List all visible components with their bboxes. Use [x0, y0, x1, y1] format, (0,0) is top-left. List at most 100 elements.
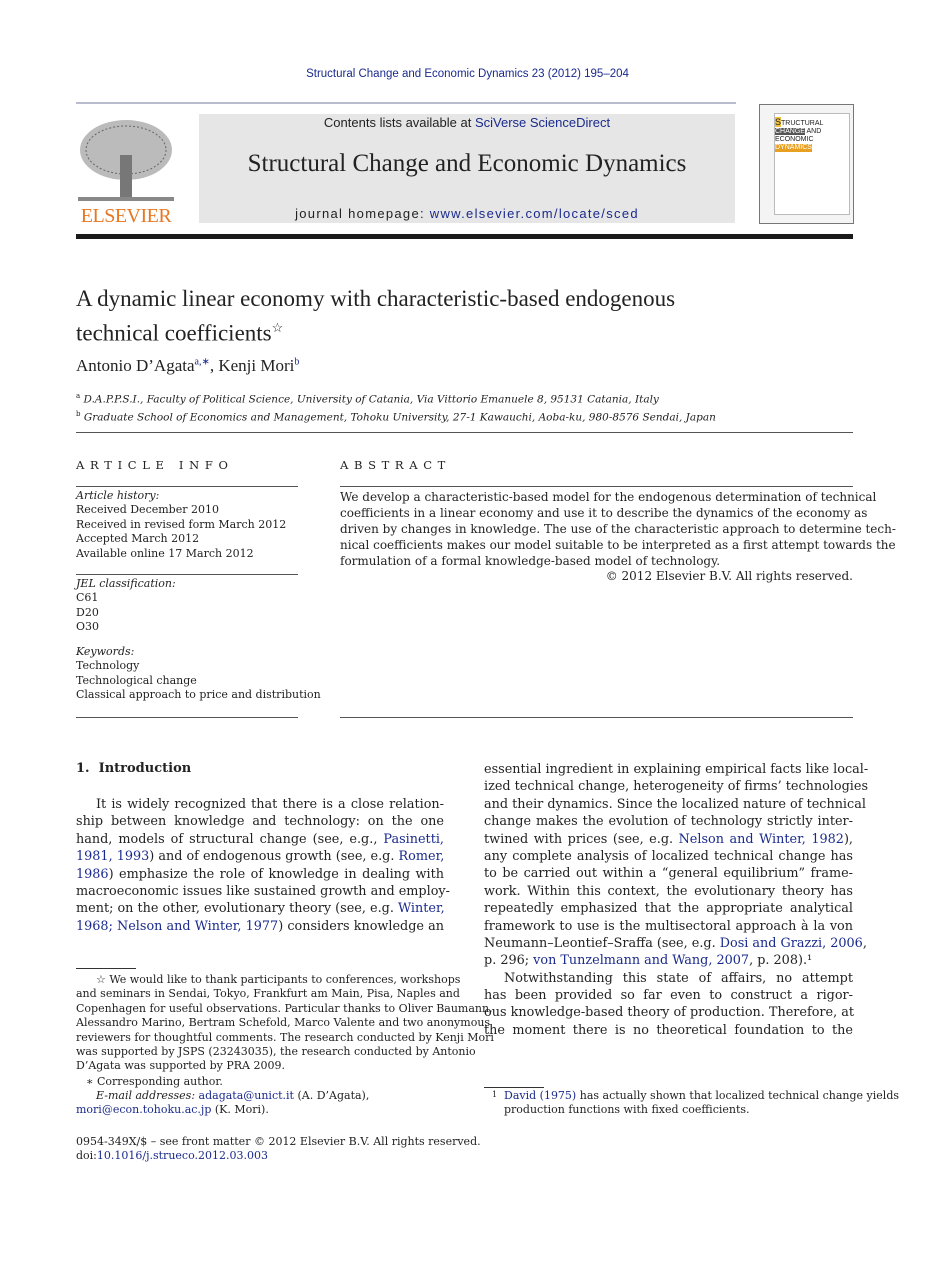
author-list: Antonio D’Agataa,∗, Kenji Morib	[76, 356, 300, 375]
text-segment: ,	[862, 935, 867, 951]
text-segment: Neumann–Leontief–Sraffa (see, e.g.	[484, 935, 720, 951]
divider	[76, 432, 853, 433]
text-segment: ship between knowledge and technology: o…	[76, 814, 444, 830]
text-line: formulation of a formal knowledge-based …	[340, 553, 853, 569]
abstract-copyright: © 2012 Elsevier B.V. All rights reserved…	[605, 569, 853, 583]
keyword: Classical approach to price and distribu…	[76, 688, 321, 702]
text-line: nical coefficients makes our model suita…	[340, 537, 896, 553]
journal-citation-link[interactable]: Structural Change and Economic Dynamics …	[0, 68, 935, 80]
email-link-dagata[interactable]: adagata@unict.it	[199, 1089, 294, 1102]
corresponding-author-note: ∗ Corresponding author.	[86, 1075, 223, 1088]
citation-link[interactable]: von Tunzelmann and Wang, 2007	[533, 953, 749, 968]
text-segment: It is widely recognized that there is a …	[96, 797, 444, 812]
text-line: framework to use is the multisectoral ap…	[484, 918, 853, 935]
cover-word: TRUCTURAL	[781, 120, 824, 127]
citation-link[interactable]: Winter,	[398, 901, 445, 916]
article-history: Article history: Received December 2010 …	[76, 489, 286, 561]
text-segment: coefficients in a linear economy and use…	[340, 506, 868, 520]
text-line: work. Within this context, the evolution…	[484, 883, 853, 900]
footnote-rule	[484, 1087, 544, 1088]
text-line: David (1975) has actually shown that loc…	[504, 1089, 899, 1103]
text-segment: ) emphasize the role of knowledge in dea…	[108, 866, 444, 882]
footnote-1-mark: 1	[492, 1090, 498, 1099]
journal-title: Structural Change and Economic Dynamics	[247, 150, 687, 177]
abstract-text: We develop a characteristic-based model …	[340, 489, 896, 569]
text-segment: work. Within this context, the evolution…	[484, 883, 853, 899]
jel-code: O30	[76, 620, 100, 634]
citation-link[interactable]: 1986	[76, 867, 109, 882]
jel-classification: JEL classification: C61 D20 O30	[76, 577, 176, 635]
journal-banner: Contents lists available at SciVerse Sci…	[199, 114, 735, 223]
cover-word: AND	[806, 128, 822, 135]
text-line: ous knowledge-based theory of production…	[484, 1004, 854, 1021]
homepage-link[interactable]: www.elsevier.com/locate/sced	[430, 206, 639, 221]
email-addresses: E-mail addresses: adagata@unict.it (A. D…	[76, 1089, 444, 1118]
footnote-rule	[76, 968, 136, 969]
header-thick-rule	[76, 234, 853, 239]
citation-link[interactable]: Dosi and Grazzi, 2006	[720, 936, 863, 951]
text-segment: formulation of a formal knowledge-based …	[340, 554, 721, 568]
text-segment: ized technical change, heterogeneity of …	[484, 779, 869, 795]
text-segment: Notwithstanding this state of affairs, n…	[504, 970, 853, 986]
text-line: reviewers for thoughtful comments. The r…	[76, 1031, 494, 1045]
text-segment: any complete analysis of localized techn…	[484, 848, 853, 864]
intro-right-column: essential ingredient in explaining empir…	[484, 761, 868, 1039]
citation-link[interactable]: 1981, 1993	[76, 849, 149, 864]
text-line: change makes the evolution of technology…	[484, 813, 853, 830]
sciencedirect-link[interactable]: SciVerse ScienceDirect	[475, 115, 610, 130]
text-segment: ☆ We would like to thank participants to…	[96, 973, 461, 986]
affiliations: a D.A.P.P.S.I., Faculty of Political Sci…	[76, 389, 716, 424]
text-segment: the moment there is no theoretical found…	[484, 1022, 853, 1038]
text-line: hand, models of structural change (see, …	[76, 831, 444, 848]
text-line: Copenhagen for useful observations. Part…	[76, 1002, 493, 1016]
text-line: p. 296; von Tunzelmann and Wang, 2007, p…	[484, 952, 853, 969]
text-line: ized technical change, heterogeneity of …	[484, 778, 868, 795]
doi-link[interactable]: 10.1016/j.strueco.2012.03.003	[97, 1149, 268, 1162]
journal-cover-thumbnail[interactable]: STRUCTURAL CHANGE AND ECONOMIC DYNAMICS	[759, 104, 854, 224]
jel-code: C61	[76, 591, 99, 605]
keyword: Technological change	[76, 673, 197, 687]
text-segment: and seminars in Sendai, Tokyo, Frankfurt…	[76, 987, 460, 1001]
author-affiliation-mark[interactable]: a,∗	[195, 356, 210, 367]
email-label: E-mail addresses:	[96, 1089, 199, 1102]
front-matter-text: 0954-349X/$ – see front matter © 2012 El…	[76, 1135, 481, 1148]
title-footnote-star[interactable]: ☆	[272, 320, 284, 335]
intro-left-column: It is widely recognized that there is a …	[76, 796, 450, 935]
history-item: Available online 17 March 2012	[76, 546, 254, 560]
text-line: driven by changes in knowledge. The use …	[340, 521, 896, 537]
citation-link[interactable]: 1968; Nelson and Winter, 1977	[76, 919, 278, 934]
title-line: A dynamic linear economy with characteri…	[76, 286, 676, 311]
cover-word: DYNAMICS	[775, 144, 812, 152]
citation-link[interactable]: Pasinetti,	[383, 832, 444, 847]
text-line: any complete analysis of localized techn…	[484, 848, 853, 865]
elsevier-wordmark: ELSEVIER	[80, 205, 172, 227]
homepage-line: journal homepage: www.elsevier.com/locat…	[199, 206, 735, 221]
jel-label: JEL classification:	[76, 577, 176, 590]
citation-link[interactable]: David (1975)	[504, 1089, 576, 1102]
front-matter: 0954-349X/$ – see front matter © 2012 El…	[76, 1135, 481, 1164]
text-line: We develop a characteristic-based model …	[340, 489, 876, 505]
contents-line: Contents lists available at SciVerse Sci…	[199, 114, 735, 131]
keyword: Technology	[76, 659, 140, 673]
history-item: Accepted March 2012	[76, 532, 200, 546]
author-affiliation-mark[interactable]: b	[294, 356, 299, 367]
text-segment: Copenhagen for useful observations. Part…	[76, 1001, 493, 1015]
text-segment: production functions with fixed coeffici…	[504, 1103, 750, 1117]
text-line: essential ingredient in explaining empir…	[484, 761, 868, 778]
divider	[340, 486, 853, 487]
text-line: and seminars in Sendai, Tokyo, Frankfurt…	[76, 987, 460, 1001]
email-link-mori[interactable]: mori@econ.tohoku.ac.jp	[76, 1103, 211, 1116]
text-line: macroeconomic issues like sustained grow…	[76, 883, 450, 900]
elsevier-logo[interactable]: ELSEVIER	[76, 115, 176, 227]
text-line: the moment there is no theoretical found…	[484, 1022, 853, 1039]
citation-link[interactable]: Nelson and Winter, 1982	[679, 832, 844, 847]
text-line: 1968; Nelson and Winter, 1977) considers…	[76, 918, 444, 935]
text-segment: p. 296;	[484, 953, 534, 969]
text-segment: twined with prices (see, e.g.	[484, 831, 679, 847]
text-line: to be carried out within a “general equi…	[484, 865, 853, 882]
citation-link[interactable]: Romer,	[399, 849, 445, 864]
text-line: Neumann–Leontief–Sraffa (see, e.g. Dosi …	[484, 935, 867, 952]
footnote-1: David (1975) has actually shown that loc…	[504, 1089, 899, 1118]
divider	[76, 574, 298, 575]
text-segment: has actually shown that localized techni…	[576, 1089, 900, 1102]
